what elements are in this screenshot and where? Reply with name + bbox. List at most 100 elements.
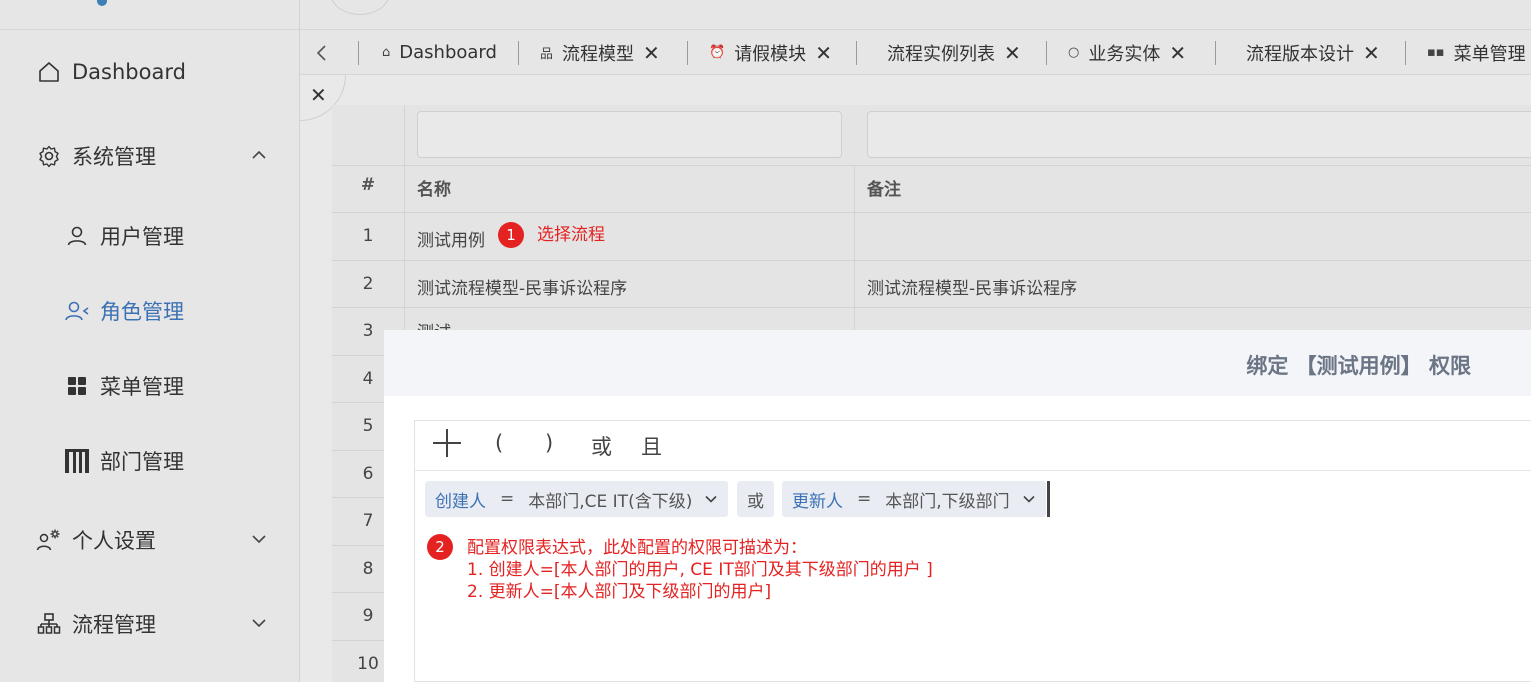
sidebar-item-label: 角色管理 xyxy=(100,300,184,324)
annotation-badge: 1 xyxy=(498,222,524,248)
tab-label: 流程版本设计 xyxy=(1246,43,1354,65)
tab-scroll-left-button[interactable] xyxy=(300,30,344,75)
name-filter-input[interactable] xyxy=(417,111,842,158)
tab-divider xyxy=(687,41,688,65)
connector-chip[interactable]: 或 xyxy=(737,481,774,517)
tab-business-entity[interactable]: ○ 业务实体 ✕ xyxy=(1068,30,1186,75)
condition-value: 本部门,下级部门 xyxy=(885,491,1010,512)
and-button[interactable]: 且 xyxy=(641,431,662,461)
close-icon: ✕ xyxy=(310,83,327,107)
annotation-note: 配置权限表达式，此处配置的权限可描述为： 1. 创建人=[本人部门的用户, CE… xyxy=(467,537,933,603)
row-index: 2 xyxy=(362,274,374,294)
tab-divider xyxy=(358,41,359,65)
power-icon: ○ xyxy=(1068,45,1080,60)
column-header-name[interactable]: 名称 xyxy=(417,175,451,200)
flow-icon: 品 xyxy=(540,47,554,62)
annotation-badge: 2 xyxy=(427,534,453,560)
tab-flow-model[interactable]: 品 流程模型 ✕ xyxy=(540,30,660,75)
table-cell-name[interactable]: 测试流程模型-民事诉讼程序 xyxy=(417,274,627,299)
tab-label: 业务实体 xyxy=(1088,43,1161,65)
alarm-icon: ⏰ xyxy=(709,45,726,60)
tab-label: 流程实例列表 xyxy=(887,43,995,65)
annotation-line: 2. 更新人=[本人部门及下级部门的用户] xyxy=(467,582,772,602)
tab-flow-instances[interactable]: 流程实例列表 ✕ xyxy=(887,30,1021,75)
sidebar-item-label: 流程管理 xyxy=(72,613,156,637)
plus-icon xyxy=(433,429,461,457)
permission-modal: 绑定 【测试用例】 权限 ( ) 或 且 创建人 = 本部门,CE IT(含下级… xyxy=(384,330,1531,682)
sidebar-item-flow[interactable]: 流程管理 xyxy=(0,604,300,644)
sidebar-item-menus[interactable]: 菜单管理 xyxy=(0,366,300,406)
row-divider xyxy=(332,307,1531,308)
grid-icon: ▪▪ xyxy=(1427,45,1445,60)
tab-divider xyxy=(1215,41,1216,65)
table-cell-name[interactable]: 测试用例 xyxy=(417,226,485,251)
sidebar-item-system[interactable]: 系统管理 xyxy=(0,136,300,176)
close-icon[interactable]: ✕ xyxy=(643,41,660,65)
right-paren-button[interactable]: ) xyxy=(545,431,553,455)
chevron-left-icon xyxy=(316,44,326,61)
close-icon[interactable]: ✕ xyxy=(1363,41,1380,65)
table-cell-remark: 测试流程模型-民事诉讼程序 xyxy=(867,279,1078,299)
tab-leave-module[interactable]: ⏰ 请假模块 ✕ xyxy=(709,30,832,75)
sidebar-item-users[interactable]: 用户管理 xyxy=(0,216,300,256)
sidebar-item-label: 个人设置 xyxy=(72,529,156,553)
chevron-up-icon xyxy=(252,150,266,159)
column-header-index: # xyxy=(360,175,376,195)
add-condition-button[interactable] xyxy=(431,427,463,464)
sidebar-item-personal[interactable]: 个人设置 xyxy=(0,520,300,560)
expression-toolbar: ( ) 或 且 xyxy=(415,421,1531,471)
sidebar-item-dashboard[interactable]: Dashboard xyxy=(0,52,300,92)
sidebar-item-roles[interactable]: 角色管理 xyxy=(0,291,300,331)
condition-chip-creator[interactable]: 创建人 = 本部门,CE IT(含下级) xyxy=(425,481,729,517)
row-index: 1 xyxy=(362,226,374,246)
sidebar: Dashboard 系统管理 用户管理 角色管理 菜单管理 部门管理 个人设置 … xyxy=(0,0,300,682)
chevron-down-icon xyxy=(1023,495,1035,503)
tab-label: 流程模型 xyxy=(562,43,635,65)
condition-operator: = xyxy=(857,489,872,509)
chevron-down-icon xyxy=(252,619,266,628)
top-bar xyxy=(300,0,1531,30)
tab-flow-version-design[interactable]: 流程版本设计 ✕ xyxy=(1246,30,1380,75)
close-icon[interactable]: ✕ xyxy=(1004,41,1021,65)
building-icon xyxy=(64,448,90,474)
condition-field: 更新人 xyxy=(792,491,843,512)
annotation-line: 1. 创建人=[本人部门的用户, CE IT部门及其下级部门的用户 ] xyxy=(467,560,933,580)
gear-icon xyxy=(36,143,62,169)
sidebar-item-departments[interactable]: 部门管理 xyxy=(0,441,300,481)
condition-value: 本部门,CE IT(含下级) xyxy=(528,491,693,512)
sidebar-item-label: 菜单管理 xyxy=(100,375,184,399)
condition-operator: = xyxy=(500,489,515,509)
tab-divider xyxy=(518,41,519,65)
condition-field: 创建人 xyxy=(435,491,486,512)
tab-label: Dashboard xyxy=(399,42,497,63)
user-settings-icon xyxy=(36,527,62,553)
tab-label: 请假模块 xyxy=(734,43,807,65)
tab-dashboard[interactable]: ⌂ Dashboard xyxy=(382,30,497,75)
sidebar-logo-area xyxy=(0,0,300,30)
tab-bar: ⌂ Dashboard 品 流程模型 ✕ ⏰ 请假模块 ✕ 流程实例列表 ✕ ○… xyxy=(300,30,1531,75)
annotation-note: 选择流程 xyxy=(537,225,605,245)
tab-divider xyxy=(1405,41,1406,65)
home-icon xyxy=(36,59,62,85)
connector-label: 或 xyxy=(747,491,764,512)
tab-menu-management[interactable]: ▪▪ 菜单管理 xyxy=(1427,30,1526,75)
close-icon[interactable]: ✕ xyxy=(1169,41,1186,65)
logo-icon xyxy=(97,0,107,6)
tab-label: 菜单管理 xyxy=(1453,43,1526,65)
modal-title: 绑定 【测试用例】 权限 xyxy=(1246,354,1471,378)
row-divider xyxy=(332,260,1531,261)
sidebar-item-label: 系统管理 xyxy=(72,145,156,169)
left-paren-button[interactable]: ( xyxy=(495,431,503,455)
chevron-down-icon xyxy=(252,535,266,544)
flow-icon xyxy=(36,611,62,637)
text-cursor xyxy=(1047,481,1050,517)
remark-filter-input[interactable] xyxy=(867,111,1531,158)
row-divider xyxy=(332,165,1531,166)
tab-divider xyxy=(1046,41,1047,65)
column-header-remark[interactable]: 备注 xyxy=(867,175,901,200)
sidebar-item-label: Dashboard xyxy=(72,60,186,84)
modal-header: 绑定 【测试用例】 权限 xyxy=(384,330,1531,396)
condition-chip-updater[interactable]: 更新人 = 本部门,下级部门 xyxy=(782,481,1046,517)
or-button[interactable]: 或 xyxy=(591,431,612,461)
close-icon[interactable]: ✕ xyxy=(815,41,832,65)
